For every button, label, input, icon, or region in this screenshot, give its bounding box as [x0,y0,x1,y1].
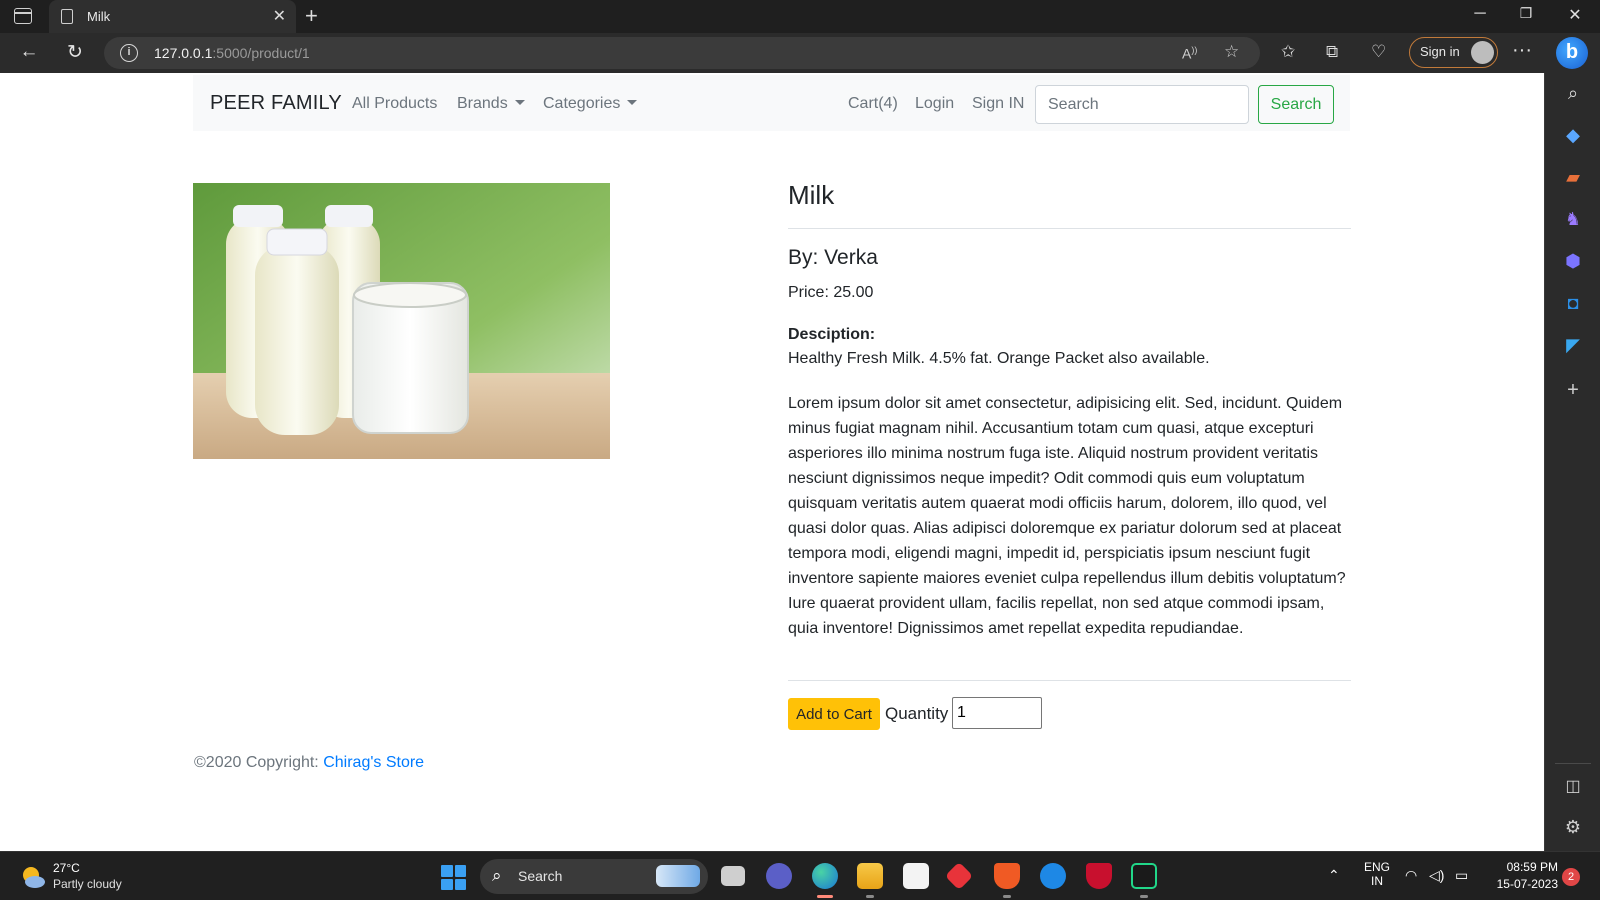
chevron-up-icon[interactable]: ⌃ [1328,867,1340,884]
battery-icon[interactable]: ▭ [1455,867,1468,884]
favorite-star-icon[interactable]: ☆ [1224,42,1239,62]
sidebar-divider [1555,763,1591,764]
pycharm-icon[interactable] [1131,863,1157,889]
chevron-down-icon [627,100,638,105]
favorites-icon[interactable]: ✩ [1281,42,1295,62]
close-window-icon[interactable]: ✕ [1565,5,1585,25]
product-long-text: Lorem ipsum dolor sit amet consectetur, … [788,395,1346,637]
office-icon[interactable]: ⬢ [1545,251,1600,272]
add-sidebar-app-icon[interactable]: + [1545,379,1600,402]
description-label: Desciption: [788,326,876,343]
restore-icon[interactable]: ❐ [1516,5,1536,22]
teams-chat-icon[interactable] [766,863,792,889]
nav-sign-in[interactable]: Sign IN [972,95,1024,113]
product-description: Healthy Fresh Milk. 4.5% fat. Orange Pac… [788,350,1210,367]
drop-icon[interactable]: ◤ [1545,335,1600,356]
taskbar-search-label: Search [518,868,563,884]
more-options-icon[interactable]: ··· [1512,39,1532,62]
collections-icon[interactable]: ⧉ [1326,42,1338,62]
app-indicator [1003,895,1011,898]
close-tab-icon[interactable]: ✕ [273,6,286,26]
nav-brands-dropdown[interactable]: Brands [457,95,525,113]
browser-tab-active[interactable]: Milk ✕ [49,0,296,33]
file-explorer-icon[interactable] [857,863,883,889]
hide-sidebar-icon[interactable]: ◫ [1545,776,1600,796]
edge-browser-icon[interactable] [812,863,838,889]
app-indicator [866,895,874,898]
help-icon[interactable] [1040,863,1066,889]
page-icon [61,9,73,24]
nav-login[interactable]: Login [915,95,954,113]
site-navbar: PEER FAMILY All Products Brands Categori… [193,75,1350,131]
sign-in-button[interactable]: Sign in [1409,37,1498,68]
address-bar[interactable]: i 127.0.0.1:5000/product/1 A)) ☆ [104,37,1260,69]
search-icon: ⌕ [492,866,502,885]
tab-actions-icon[interactable] [14,8,32,24]
store-link[interactable]: Chirag's Store [323,754,424,771]
nav-cart[interactable]: Cart(4) [848,95,898,113]
footer-copyright: ©2020 Copyright: Chirag's Store [194,754,424,772]
divider [788,680,1351,681]
clock-date[interactable]: 15-07-2023 [1486,877,1558,891]
chevron-down-icon [514,100,525,105]
app-indicator [1140,895,1148,898]
tools-icon[interactable]: ▰ [1545,167,1600,188]
browser-tab-bar: Milk ✕ + ─ ❐ ✕ [0,0,1600,33]
shopping-tag-icon[interactable]: ◆ [1545,125,1600,146]
mcafee-icon[interactable] [1086,863,1112,889]
page-viewport: PEER FAMILY All Products Brands Categori… [0,73,1544,851]
settings-gear-icon[interactable]: ⚙ [1545,817,1600,838]
task-view-icon[interactable] [721,866,745,886]
active-app-indicator [817,895,833,898]
read-aloud-icon[interactable]: A)) [1182,45,1197,62]
url-text[interactable]: 127.0.0.1:5000/product/1 [154,45,310,61]
refresh-icon[interactable]: ↻ [63,41,87,64]
partly-cloudy-icon[interactable] [20,864,46,890]
sign-in-label: Sign in [1420,44,1460,59]
search-highlight-icon [656,865,700,887]
back-icon[interactable]: ← [17,41,41,63]
edge-sidebar: ⌕ ◆ ▰ ♞ ⬢ ◘ ◤ + ◫ ⚙ [1544,73,1600,851]
notification-badge[interactable]: 2 [1562,868,1580,886]
windows-start-icon[interactable] [441,865,466,890]
clock-time[interactable]: 08:59 PM [1486,860,1558,874]
new-tab-icon[interactable]: + [305,3,318,29]
quantity-label: Quantity [885,704,949,723]
games-icon[interactable]: ♞ [1545,209,1600,230]
windows-taskbar: 27°C Partly cloudy ⌕ Search ⌃ ENG IN ◠ ◁)… [0,851,1600,900]
minimize-icon[interactable]: ─ [1470,5,1490,23]
browser-essentials-icon[interactable]: ♡ [1371,42,1386,62]
outlook-icon[interactable]: ◘ [1545,293,1600,314]
copyright-text: ©2020 Copyright: [194,754,324,771]
wifi-icon[interactable]: ◠ [1405,867,1417,884]
avatar-icon [1471,41,1494,64]
tab-title: Milk [87,9,111,24]
taskbar-search[interactable]: ⌕ Search [480,859,708,894]
product-image [193,183,610,459]
search-icon[interactable]: ⌕ [1545,83,1600,104]
weather-description[interactable]: Partly cloudy [53,877,122,891]
search-button[interactable]: Search [1258,85,1334,124]
copilot-icon[interactable]: b [1556,37,1588,69]
weather-temperature[interactable]: 27°C [53,861,80,875]
divider [788,228,1351,229]
brave-browser-icon[interactable] [994,863,1020,889]
volume-icon[interactable]: ◁) [1429,867,1444,884]
quantity-input[interactable] [952,697,1042,729]
add-to-cart-button[interactable]: Add to Cart [788,698,880,730]
product-brand: By: Verka [788,246,878,269]
browser-toolbar: ← ↻ i 127.0.0.1:5000/product/1 A)) ☆ ✩ ⧉… [0,33,1600,73]
microsoft-store-icon[interactable] [903,863,929,889]
language-indicator[interactable]: ENG IN [1362,860,1392,888]
search-input[interactable] [1035,85,1249,124]
brand-logo[interactable]: PEER FAMILY [210,92,342,115]
info-icon[interactable]: i [120,44,138,62]
product-title: Milk [788,180,835,210]
nav-categories-dropdown[interactable]: Categories [543,95,638,113]
nav-all-products[interactable]: All Products [352,95,437,113]
anydesk-icon[interactable] [944,861,974,891]
product-price: Price: 25.00 [788,284,874,301]
